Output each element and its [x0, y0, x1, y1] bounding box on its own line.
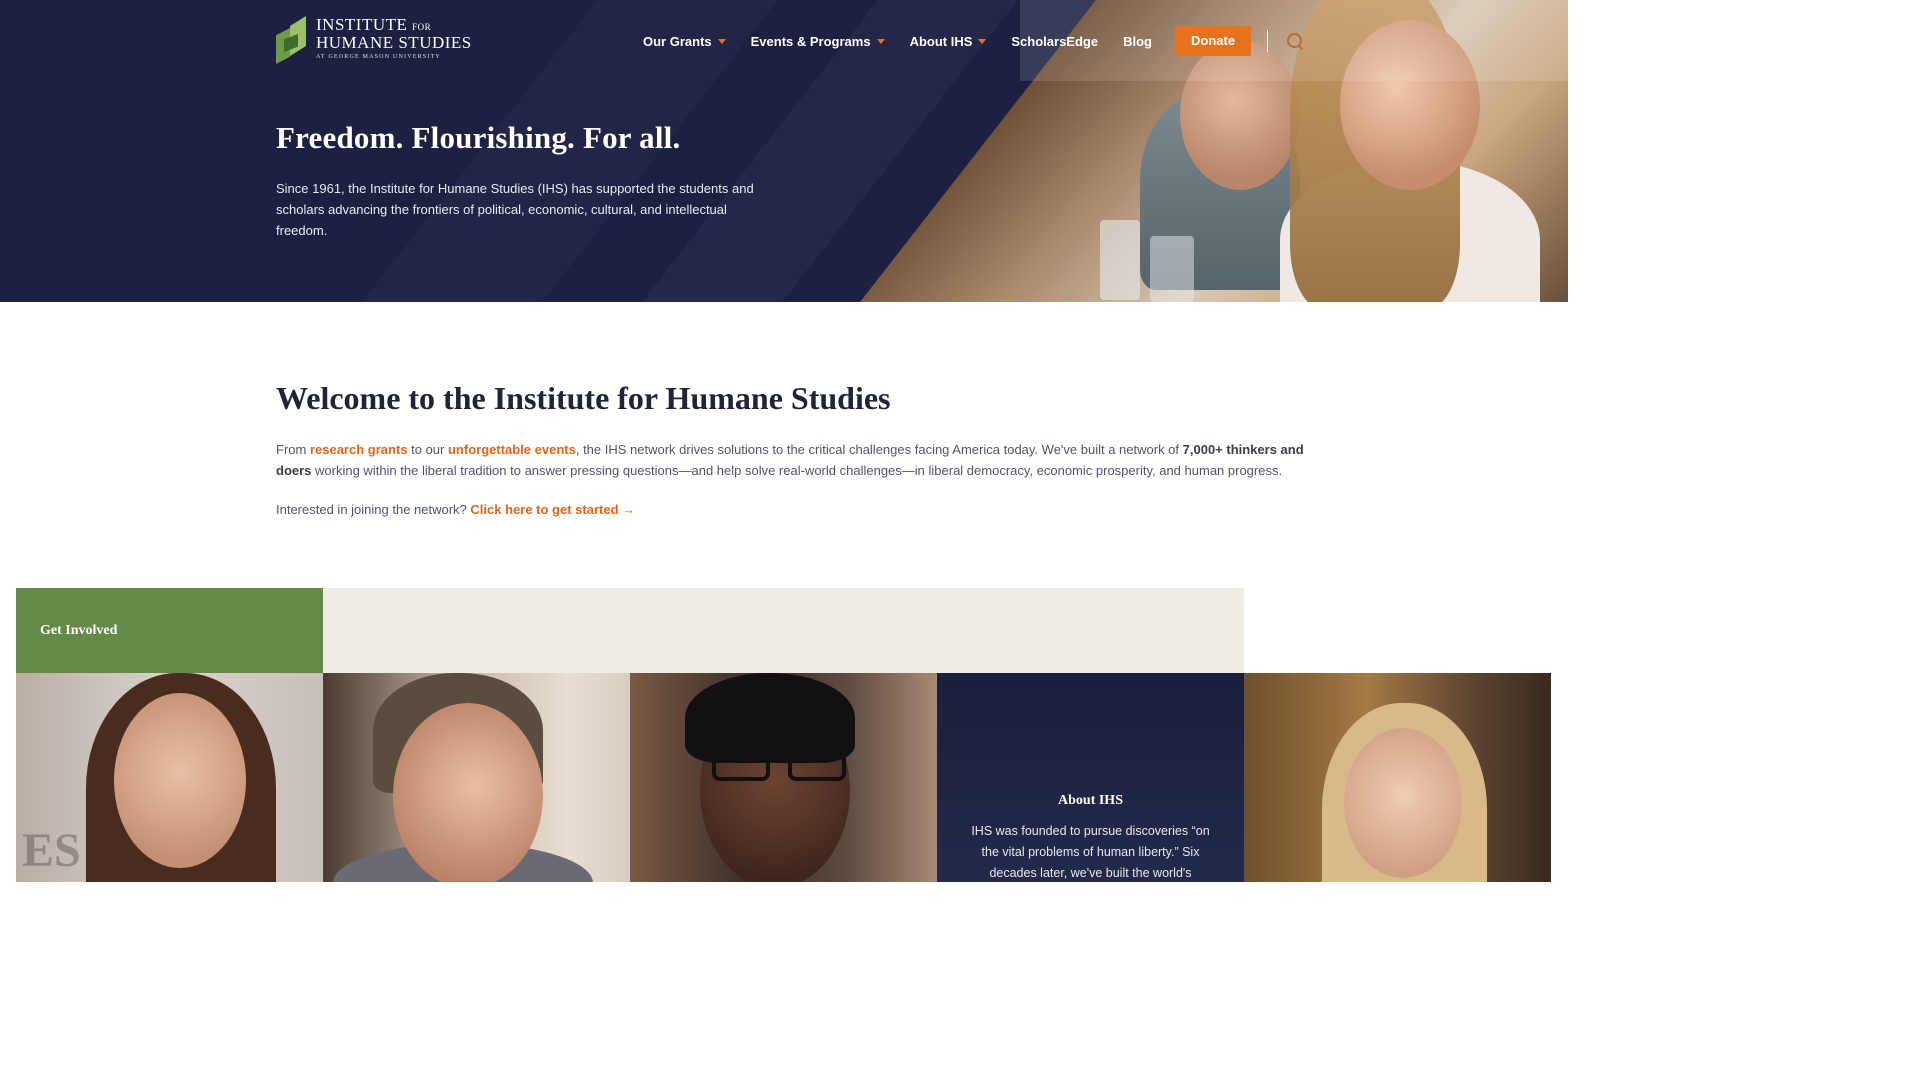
main-nav: Our Grants Events & Programs About IHS S… — [643, 26, 1304, 56]
nav-divider — [1267, 30, 1269, 52]
person-tile-3[interactable] — [630, 673, 937, 882]
chevron-down-icon — [978, 38, 987, 44]
logo-line2: HUMANE STUDIES — [316, 33, 472, 52]
welcome-text: From research grants to our unforgettabl… — [276, 442, 1304, 478]
logo-line1: INSTITUTE — [316, 15, 408, 34]
welcome-title: Welcome to the Institute for Humane Stud… — [276, 380, 891, 416]
logo-line1-small: FOR — [412, 22, 432, 32]
chevron-down-icon — [876, 38, 885, 44]
logo-line3: AT GEORGE MASON UNIVERSITY — [316, 54, 441, 60]
about-ihs-title: About IHS — [1058, 793, 1123, 808]
person-photo — [393, 703, 543, 882]
search-icon[interactable] — [1286, 32, 1304, 50]
nav-item-scholarsedge[interactable]: ScholarsEdge — [1011, 34, 1098, 49]
get-started-link[interactable]: Click here to get started → — [470, 502, 635, 517]
person-tile-2[interactable] — [323, 673, 630, 882]
hero-description: Since 1961, the Institute for Humane Stu… — [276, 181, 754, 238]
hero-title: Freedom. Flourishing. For all. — [276, 120, 681, 155]
research-grants-link[interactable]: research grants — [310, 442, 408, 457]
chevron-down-icon — [717, 38, 726, 44]
donate-button[interactable]: Donate — [1174, 26, 1252, 56]
get-involved-band — [323, 588, 1244, 673]
nav-item-events-programs[interactable]: Events & Programs — [751, 34, 885, 49]
get-involved-tab[interactable]: Get Involved — [16, 588, 323, 673]
nav-item-blog[interactable]: Blog — [1123, 34, 1152, 49]
site-logo[interactable]: INSTITUTE FOR HUMANE STUDIES AT GEORGE M… — [276, 16, 472, 64]
join-network-text: Interested in joining the network? Click… — [276, 502, 636, 517]
nav-item-our-grants[interactable]: Our Grants — [643, 34, 726, 49]
logo-mark-icon — [276, 16, 306, 64]
person-tile-5[interactable] — [1244, 673, 1551, 882]
person-photo — [1344, 728, 1462, 878]
site-header: INSTITUTE FOR HUMANE STUDIES AT GEORGE M… — [0, 0, 1568, 81]
about-ihs-tile[interactable]: About IHS IHS was founded to pursue disc… — [937, 673, 1244, 882]
about-ihs-text: IHS was founded to pursue discoveries “o… — [971, 824, 1210, 880]
person-tile-1[interactable]: ES — [16, 673, 323, 882]
hero-section: INSTITUTE FOR HUMANE STUDIES AT GEORGE M… — [0, 0, 1568, 302]
nav-item-about-ihs[interactable]: About IHS — [910, 34, 987, 49]
person-photo — [114, 693, 246, 868]
unforgettable-events-link[interactable]: unforgettable events — [448, 442, 576, 457]
